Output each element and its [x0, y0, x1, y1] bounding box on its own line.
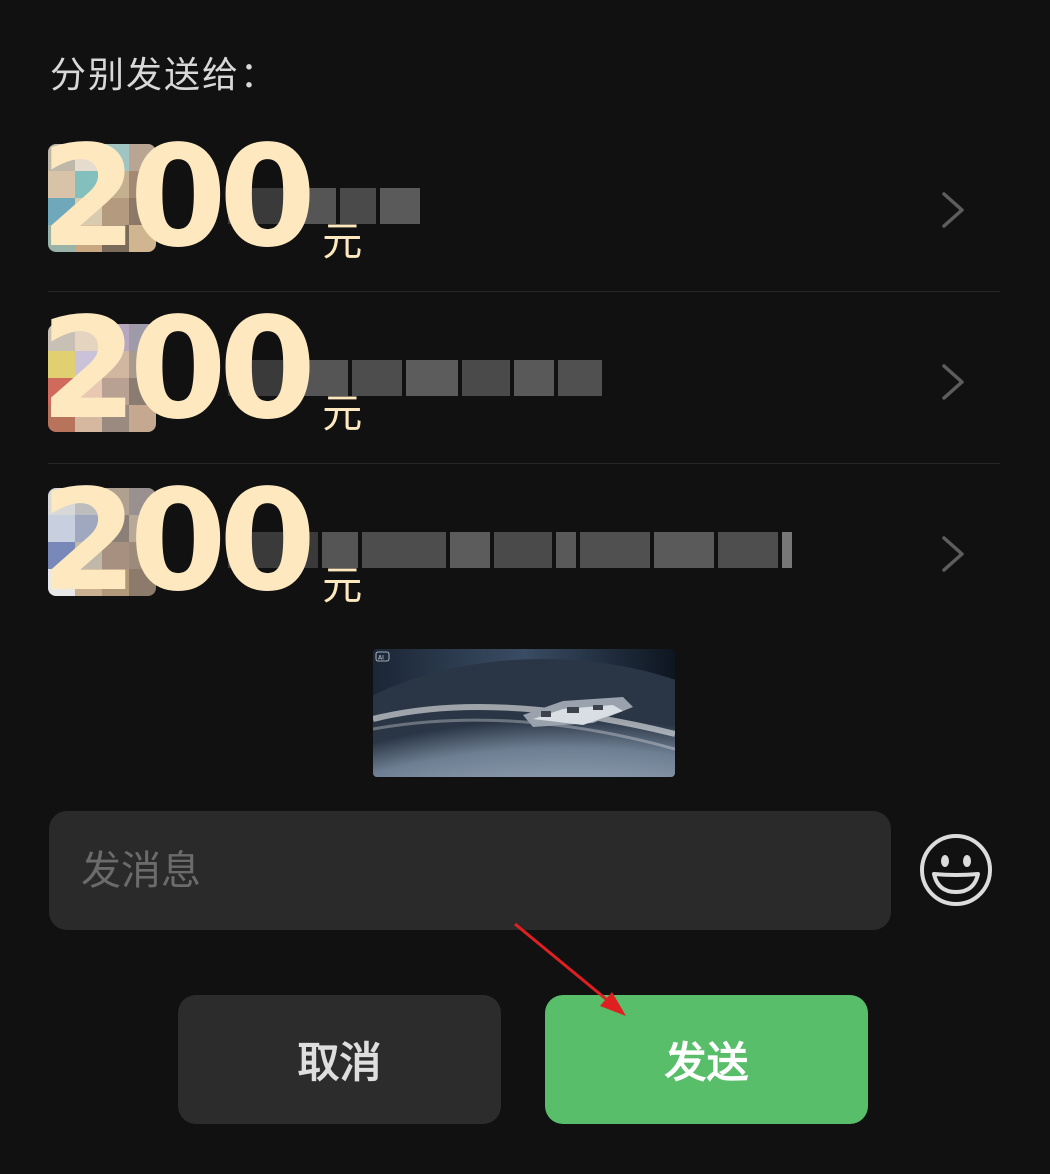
amount-overlay: 200 元 — [40, 128, 362, 268]
page-title: 分别发送给： — [50, 55, 279, 96]
spaceship-planet-image: AI — [373, 649, 675, 777]
chevron-right-icon — [942, 192, 964, 228]
cancel-button[interactable]: 取消 — [178, 995, 501, 1124]
amount-unit: 元 — [322, 219, 363, 265]
chevron-right-icon — [942, 364, 964, 400]
amount-value: 200 — [40, 460, 316, 623]
shared-image-thumbnail[interactable]: AI — [373, 649, 675, 777]
recipient-row[interactable]: 200 元 — [40, 120, 1000, 292]
chevron-right-icon — [942, 536, 964, 572]
amount-value: 200 — [40, 116, 316, 279]
send-button[interactable]: 发送 — [545, 995, 868, 1124]
amount-overlay: 200 元 — [40, 472, 362, 612]
message-input[interactable] — [49, 811, 891, 930]
amount-unit: 元 — [322, 563, 363, 609]
recipient-row[interactable]: 200 元 — [40, 292, 1000, 464]
amount-overlay: 200 元 — [40, 300, 362, 440]
recipient-row[interactable]: 200 元 — [40, 464, 1000, 636]
emoji-icon[interactable] — [918, 832, 994, 908]
ai-badge: AI — [378, 655, 384, 662]
amount-unit: 元 — [322, 391, 363, 437]
amount-value: 200 — [40, 288, 316, 451]
